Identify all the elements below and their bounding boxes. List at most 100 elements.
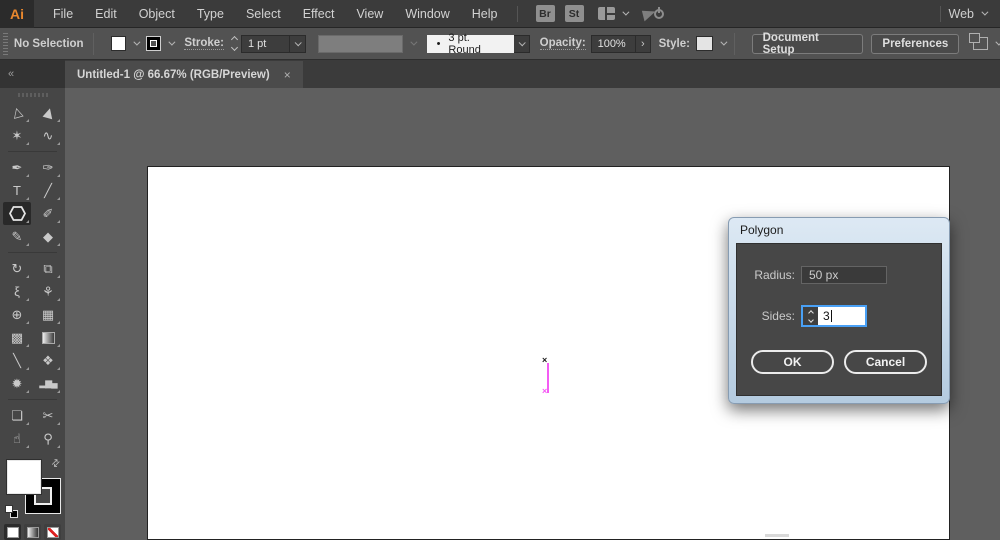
- paintbrush-tool[interactable]: ✐: [34, 202, 62, 225]
- type-tool[interactable]: T: [3, 179, 31, 202]
- document-tab-title: Untitled-1 @ 66.67% (RGB/Preview): [77, 69, 270, 81]
- menu-window[interactable]: Window: [394, 0, 460, 28]
- stock-button[interactable]: St: [565, 5, 584, 22]
- chevron-down-icon[interactable]: [622, 9, 629, 16]
- zoom-tool[interactable]: ⚲: [34, 427, 62, 450]
- separator: [93, 33, 94, 55]
- pen-tool[interactable]: ✒: [3, 156, 31, 179]
- align-options-icon[interactable]: [973, 37, 988, 50]
- hand-tool[interactable]: ☝: [3, 427, 31, 450]
- sides-stepper[interactable]: [803, 307, 818, 325]
- blend-tool[interactable]: ❖: [34, 349, 62, 372]
- mesh-tool[interactable]: ▩: [3, 326, 31, 349]
- puppet-warp-tool[interactable]: ⚘: [34, 280, 62, 303]
- slice-tool[interactable]: ✂: [34, 404, 62, 427]
- radius-field[interactable]: 50 px: [801, 266, 887, 284]
- chevron-down-icon[interactable]: [720, 39, 727, 46]
- default-fill-stroke-icon[interactable]: [5, 505, 18, 518]
- symbol-sprayer-icon: ✹: [12, 376, 23, 392]
- collapse-panel-icon[interactable]: «: [8, 68, 14, 80]
- stroke-weight-field[interactable]: 1 pt: [241, 35, 290, 53]
- color-button[interactable]: [4, 524, 21, 540]
- document-tab[interactable]: Untitled-1 @ 66.67% (RGB/Preview) ×: [65, 61, 303, 88]
- eyedropper-icon: ╲: [13, 353, 21, 369]
- ok-button[interactable]: OK: [751, 350, 834, 374]
- eraser-tool[interactable]: ◆: [34, 225, 62, 248]
- direct-selection-tool[interactable]: ▶: [34, 101, 62, 124]
- menu-select[interactable]: Select: [235, 0, 292, 28]
- stroke-panel-link[interactable]: Stroke:: [184, 37, 224, 50]
- perspective-grid-icon: ▦: [42, 307, 54, 323]
- gradient-button[interactable]: [24, 524, 41, 540]
- mesh-icon: ▩: [11, 330, 23, 346]
- chevron-down-icon[interactable]: [981, 9, 988, 16]
- shape-builder-tool[interactable]: ⊕: [3, 303, 31, 326]
- cancel-button[interactable]: Cancel: [844, 350, 927, 374]
- magnifier-icon: ⚲: [43, 431, 53, 447]
- swap-fill-stroke-icon[interactable]: ⇄: [49, 457, 63, 471]
- menu-file[interactable]: File: [42, 0, 84, 28]
- toolbar-grip[interactable]: [18, 93, 48, 97]
- arrange-documents-icon[interactable]: [598, 7, 615, 20]
- menu-effect[interactable]: Effect: [292, 0, 346, 28]
- fill-swatch[interactable]: [111, 36, 126, 51]
- document-setup-button[interactable]: Document Setup: [752, 34, 864, 54]
- scale-tool[interactable]: ⧉: [34, 257, 62, 280]
- stroke-weight-dropdown[interactable]: [290, 35, 306, 53]
- rotate-tool[interactable]: ↻: [3, 257, 31, 280]
- lasso-tool[interactable]: ∿: [34, 124, 62, 147]
- stroke-weight-stepper[interactable]: [232, 37, 237, 50]
- eyedropper-tool[interactable]: ╲: [3, 349, 31, 372]
- none-swatch-icon: [47, 527, 59, 538]
- fill-proxy-swatch[interactable]: [7, 460, 41, 494]
- shaper-tool[interactable]: ✎: [3, 225, 31, 248]
- shape-builder-icon: ⊕: [12, 307, 23, 323]
- graphic-style-swatch[interactable]: [696, 36, 713, 51]
- opacity-field[interactable]: 100%: [591, 35, 636, 53]
- gradient-tool[interactable]: [34, 326, 62, 349]
- document-tab-bar: « Untitled-1 @ 66.67% (RGB/Preview) ×: [0, 60, 1000, 88]
- column-graph-tool[interactable]: ▂▆▄: [34, 372, 62, 395]
- menu-edit[interactable]: Edit: [84, 0, 128, 28]
- selection-tool[interactable]: ▷: [3, 101, 31, 124]
- sides-input[interactable]: 3: [818, 307, 865, 325]
- polygon-dialog: Polygon Radius: 50 px Sides: 3 OK Cancel: [728, 217, 950, 404]
- canvas-area[interactable]: × × Polygon Radius: 50 px Sides: 3 OK: [65, 88, 1000, 540]
- fill-color-control[interactable]: [111, 36, 138, 51]
- preferences-button[interactable]: Preferences: [871, 34, 959, 54]
- menu-type[interactable]: Type: [186, 0, 235, 28]
- toolbar-divider: [8, 399, 57, 400]
- workspace-switcher[interactable]: Web: [949, 7, 974, 21]
- panel-grip[interactable]: [3, 33, 8, 55]
- opacity-more-button[interactable]: ›: [636, 35, 651, 53]
- menu-help[interactable]: Help: [461, 0, 509, 28]
- artboard-tool[interactable]: ❏: [3, 404, 31, 427]
- curvature-tool[interactable]: ✑: [34, 156, 62, 179]
- chevron-down-icon[interactable]: [995, 39, 1000, 46]
- polygon-tool[interactable]: [3, 202, 31, 225]
- stroke-color-control[interactable]: [146, 36, 173, 51]
- menu-object[interactable]: Object: [128, 0, 186, 28]
- bridge-button[interactable]: Br: [536, 5, 555, 22]
- warp-tool[interactable]: ξ: [3, 280, 31, 303]
- radius-label: Radius:: [747, 268, 795, 282]
- chevron-down-icon[interactable]: [133, 39, 140, 46]
- brush-dot-icon: •: [437, 38, 441, 50]
- perspective-grid-tool[interactable]: ▦: [34, 303, 62, 326]
- chevron-down-icon[interactable]: [168, 39, 175, 46]
- close-icon[interactable]: ×: [284, 68, 291, 82]
- magic-wand-tool[interactable]: ✶: [3, 124, 31, 147]
- menu-view[interactable]: View: [345, 0, 394, 28]
- sides-control[interactable]: 3: [801, 305, 867, 327]
- symbol-sprayer-tool[interactable]: ✹: [3, 372, 31, 395]
- curvature-pen-icon: ✑: [43, 160, 54, 176]
- stroke-swatch[interactable]: [146, 36, 161, 51]
- brush-dropdown-button[interactable]: [514, 35, 530, 53]
- brush-definition-dropdown[interactable]: • 3 pt. Round: [427, 35, 515, 53]
- line-segment-tool[interactable]: ╱: [34, 179, 62, 202]
- pencil-icon: ✎: [12, 229, 23, 245]
- share-icon[interactable]: [643, 6, 665, 22]
- opacity-panel-link[interactable]: Opacity:: [540, 37, 586, 50]
- scale-icon: ⧉: [43, 261, 52, 277]
- none-button[interactable]: [44, 524, 61, 540]
